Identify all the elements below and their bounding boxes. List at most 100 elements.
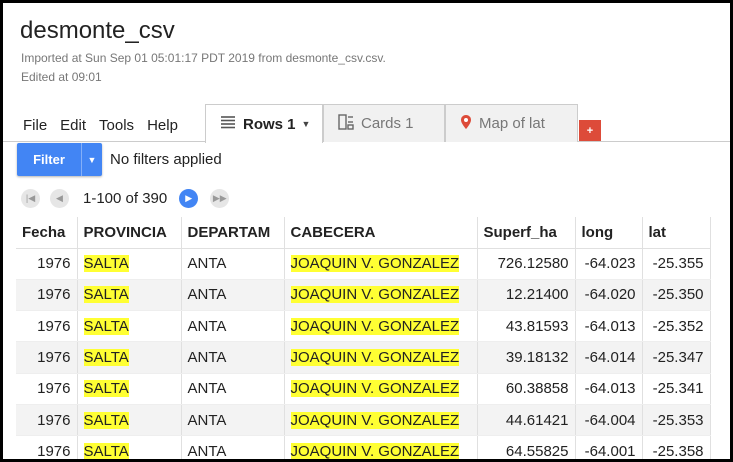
table-row[interactable]: 1976 SALTA ANTA JOAQUIN V. GONZALEZ 12.21400… — [16, 279, 711, 312]
col-header-fecha[interactable]: Fecha — [16, 217, 78, 249]
cell-cabecera: JOAQUIN V. GONZALEZ — [284, 248, 478, 280]
app-window: desmonte_csv Imported at Sun Sep 01 05:0… — [0, 0, 733, 462]
highlighted-text: SALTA — [83, 442, 129, 460]
tab-map-label: Map of lat — [479, 115, 545, 132]
col-header-superf[interactable]: Superf_ha — [477, 217, 576, 249]
tab-rows[interactable]: Rows 1 ▼ — [205, 104, 323, 143]
highlighted-text: JOAQUIN V. GONZALEZ — [290, 442, 460, 460]
map-pin-icon — [460, 114, 472, 134]
cell-long: -64.013 — [575, 310, 643, 343]
menu-file[interactable]: File — [23, 117, 47, 134]
table-row[interactable]: 1976 SALTA ANTA JOAQUIN V. GONZALEZ 43.81593… — [16, 310, 711, 343]
cell-superf: 726.12580 — [477, 248, 576, 280]
col-header-long[interactable]: long — [575, 217, 643, 249]
col-header-cabecera[interactable]: CABECERA — [284, 217, 478, 249]
cell-fecha: 1976 — [16, 248, 78, 280]
filter-status: No filters applied — [110, 151, 222, 168]
cards-icon — [338, 113, 354, 134]
filter-button-label: Filter — [33, 152, 65, 167]
highlighted-text: SALTA — [83, 349, 129, 367]
cell-superf: 12.21400 — [477, 279, 576, 312]
cell-long: -64.013 — [575, 373, 643, 405]
import-info: Imported at Sun Sep 01 05:01:17 PDT 2019… — [21, 51, 386, 65]
menu-edit[interactable]: Edit — [60, 117, 86, 134]
cell-lat: -25.358 — [642, 435, 711, 459]
cell-cabecera: JOAQUIN V. GONZALEZ — [284, 404, 478, 437]
cell-lat: -25.350 — [642, 279, 711, 312]
highlighted-text: JOAQUIN V. GONZALEZ — [290, 349, 460, 367]
cell-long: -64.004 — [575, 404, 643, 437]
highlighted-text: SALTA — [83, 255, 129, 273]
chevron-down-icon[interactable]: ▼ — [302, 119, 311, 129]
highlighted-text: SALTA — [83, 411, 129, 429]
table-row[interactable]: 1976 SALTA ANTA JOAQUIN V. GONZALEZ 64.55825… — [16, 435, 711, 460]
cell-departam: ANTA — [181, 341, 285, 374]
pager: |◀ ◀ 1-100 of 390 ▶ ▶▶ — [21, 189, 239, 208]
next-page-icon[interactable]: ▶ — [179, 189, 199, 208]
cell-fecha: 1976 — [16, 373, 78, 405]
cell-fecha: 1976 — [16, 435, 78, 459]
prev-page-icon[interactable]: ◀ — [50, 189, 69, 208]
table-header-row: Fecha PROVINCIA DEPARTAM CABECERA Superf… — [16, 217, 711, 249]
highlighted-text: SALTA — [83, 380, 129, 398]
cell-provincia: SALTA — [77, 279, 182, 312]
cell-fecha: 1976 — [16, 404, 78, 437]
cell-cabecera: JOAQUIN V. GONZALEZ — [284, 341, 478, 374]
table-row[interactable]: 1976 SALTA ANTA JOAQUIN V. GONZALEZ 726.1258… — [16, 248, 711, 280]
cell-fecha: 1976 — [16, 341, 78, 374]
menu-help[interactable]: Help — [147, 117, 178, 134]
cell-lat: -25.347 — [642, 341, 711, 374]
last-page-icon[interactable]: ▶▶ — [210, 189, 230, 208]
menu-bar: File Edit Tools Help — [23, 117, 178, 134]
cell-departam: ANTA — [181, 435, 285, 459]
tab-cards[interactable]: Cards 1 — [323, 104, 445, 142]
cell-long: -64.001 — [575, 435, 643, 459]
cell-fecha: 1976 — [16, 279, 78, 312]
col-header-departam[interactable]: DEPARTAM — [181, 217, 285, 249]
cell-lat: -25.353 — [642, 404, 711, 437]
cell-fecha: 1976 — [16, 310, 78, 343]
cell-provincia: SALTA — [77, 435, 182, 460]
tab-cards-label: Cards 1 — [361, 115, 414, 132]
cell-departam: ANTA — [181, 310, 285, 343]
edit-info: Edited at 09:01 — [21, 70, 102, 84]
first-page-icon[interactable]: |◀ — [21, 189, 40, 208]
table-row[interactable]: 1976 SALTA ANTA JOAQUIN V. GONZALEZ 44.61421… — [16, 404, 711, 437]
tab-rows-label: Rows 1 — [243, 115, 296, 133]
cell-lat: -25.341 — [642, 373, 711, 405]
table-row[interactable]: 1976 SALTA ANTA JOAQUIN V. GONZALEZ 39.18132… — [16, 341, 711, 374]
cell-superf: 44.61421 — [477, 404, 576, 437]
col-header-lat[interactable]: lat — [642, 217, 711, 249]
cell-long: -64.020 — [575, 279, 643, 312]
cell-provincia: SALTA — [77, 373, 182, 405]
cell-departam: ANTA — [181, 404, 285, 437]
cell-cabecera: JOAQUIN V. GONZALEZ — [284, 310, 478, 343]
cell-provincia: SALTA — [77, 341, 182, 374]
filter-button[interactable]: Filter ▼ — [17, 143, 102, 176]
cell-provincia: SALTA — [77, 404, 182, 437]
cell-cabecera: JOAQUIN V. GONZALEZ — [284, 435, 478, 460]
highlighted-text: JOAQUIN V. GONZALEZ — [290, 411, 460, 429]
menu-tools[interactable]: Tools — [99, 117, 134, 134]
col-header-provincia[interactable]: PROVINCIA — [77, 217, 182, 249]
data-table: Fecha PROVINCIA DEPARTAM CABECERA Superf… — [16, 217, 711, 460]
table-body: 1976 SALTA ANTA JOAQUIN V. GONZALEZ 726.1258… — [16, 248, 711, 460]
highlighted-text: JOAQUIN V. GONZALEZ — [290, 255, 460, 273]
cell-superf: 43.81593 — [477, 310, 576, 343]
highlighted-text: JOAQUIN V. GONZALEZ — [290, 380, 460, 398]
cell-provincia: SALTA — [77, 310, 182, 343]
cell-lat: -25.355 — [642, 248, 711, 280]
cell-lat: -25.352 — [642, 310, 711, 343]
highlighted-text: SALTA — [83, 317, 129, 335]
cell-cabecera: JOAQUIN V. GONZALEZ — [284, 373, 478, 405]
tab-map[interactable]: Map of lat — [445, 104, 578, 142]
highlighted-text: JOAQUIN V. GONZALEZ — [290, 286, 460, 304]
cell-departam: ANTA — [181, 279, 285, 312]
cell-departam: ANTA — [181, 373, 285, 405]
cell-superf: 64.55825 — [477, 435, 576, 459]
cell-cabecera: JOAQUIN V. GONZALEZ — [284, 279, 478, 312]
add-tab-button[interactable]: + — [579, 120, 601, 141]
cell-departam: ANTA — [181, 248, 285, 280]
table-row[interactable]: 1976 SALTA ANTA JOAQUIN V. GONZALEZ 60.38858… — [16, 373, 711, 405]
chevron-down-icon[interactable]: ▼ — [81, 143, 102, 176]
